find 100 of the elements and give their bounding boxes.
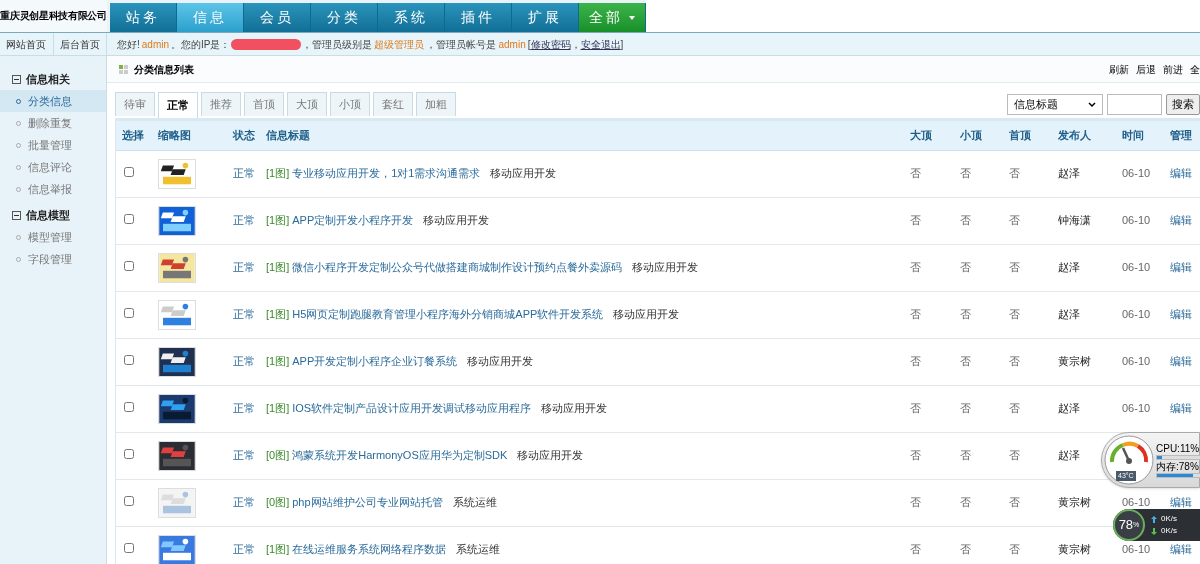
column-header: 时间 <box>1116 121 1164 150</box>
gauge-icon <box>1103 434 1155 486</box>
sidebar-item[interactable]: 信息举报 <box>0 178 106 200</box>
toolbar-link[interactable]: 刷新 <box>1109 61 1129 77</box>
title-link[interactable]: IOS软件定制产品设计应用开发调试移动应用程序 <box>292 402 532 415</box>
field-select[interactable]: 信息标题 <box>1007 94 1103 115</box>
column-header: 信息标题 <box>260 121 904 150</box>
sidebar-item[interactable]: 字段管理 <box>0 248 106 270</box>
sidebar-group[interactable]: 信息相关 <box>26 70 70 88</box>
table-cell: 黄宗树 <box>1058 355 1091 368</box>
table-cell: 赵泽 <box>1058 167 1080 180</box>
nav-tab[interactable]: 会员 <box>244 3 311 32</box>
filter-tab[interactable]: 大顶 <box>287 92 327 116</box>
filter-tab[interactable]: 加粗 <box>416 92 456 116</box>
toolbar-link[interactable]: 全 <box>1190 61 1200 77</box>
edit-link[interactable]: 编辑 <box>1170 543 1192 556</box>
title-link[interactable]: 微信小程序开发定制公众号代做搭建商城制作设计预约点餐外卖源码 <box>292 261 623 274</box>
title-link[interactable]: 在线运维服务系统网络程序数据 <box>292 543 447 556</box>
table-cell: 06-10 <box>1122 167 1151 180</box>
row-checkbox[interactable] <box>124 167 134 178</box>
upload-arrow-icon <box>1151 515 1157 523</box>
nav-tab[interactable]: 全部 <box>579 3 646 32</box>
table-cell: 否 <box>960 543 971 556</box>
filter-tab[interactable]: 首顶 <box>244 92 284 116</box>
table-cell: 否 <box>910 355 921 368</box>
row-checkbox[interactable] <box>124 355 134 366</box>
row-checkbox[interactable] <box>124 308 134 319</box>
greeting-text: 。您的IP是： <box>171 37 231 52</box>
row-checkbox[interactable] <box>124 402 134 413</box>
toolbar-link[interactable]: 前进 <box>1163 61 1183 77</box>
status-link[interactable]: 正常 <box>233 261 255 274</box>
category-text: 系统运维 <box>456 543 501 556</box>
title-link[interactable]: H5网页定制跑腿教育管理小程序海外分销商城APP软件开发系统 <box>292 308 604 321</box>
filter-tab[interactable]: 套红 <box>373 92 413 116</box>
image-count: [0图] <box>266 449 290 462</box>
table-cell: 06-10 <box>1122 261 1151 274</box>
highlight-text: admin <box>498 37 526 52</box>
filter-tab[interactable]: 正常 <box>158 92 198 118</box>
sidebar-group[interactable]: 信息模型 <box>26 206 70 224</box>
edit-link[interactable]: 编辑 <box>1170 308 1192 321</box>
edit-link[interactable]: 编辑 <box>1170 402 1192 415</box>
header-link[interactable]: 安全退出 <box>580 36 621 52</box>
nav-tab[interactable]: 站务 <box>110 3 177 32</box>
title-link[interactable]: 专业移动应用开发，1对1需求沟通需求 <box>292 167 481 180</box>
title-link[interactable]: APP开发定制小程序企业订餐系统 <box>292 355 458 368</box>
table-cell: 否 <box>1009 449 1020 462</box>
edit-link[interactable]: 编辑 <box>1170 355 1192 368</box>
status-link[interactable]: 正常 <box>233 214 255 227</box>
sidebar-item[interactable]: 批量管理 <box>0 134 106 156</box>
search-button[interactable]: 搜索 <box>1166 94 1200 115</box>
search-field[interactable] <box>1107 94 1162 115</box>
toolbar-link[interactable]: 后退 <box>1136 61 1156 77</box>
edit-link[interactable]: 编辑 <box>1170 214 1192 227</box>
table-cell: 黄宗树 <box>1058 543 1091 556</box>
collapse-icon[interactable] <box>12 210 21 220</box>
cpu-label: CPU:11% <box>1156 442 1200 454</box>
nav-tab[interactable]: 插件 <box>445 3 512 32</box>
status-link[interactable]: 正常 <box>233 543 255 556</box>
status-link[interactable]: 正常 <box>233 308 255 321</box>
caret-icon <box>1088 101 1096 108</box>
title-link[interactable]: 鸿蒙系统开发HarmonyOS应用华为定制SDK <box>292 449 508 462</box>
column-header: 缩略图 <box>152 121 227 150</box>
quick-link[interactable]: 后台首页 <box>53 33 107 55</box>
table-cell: 否 <box>910 449 921 462</box>
sidebar-item[interactable]: 分类信息 <box>0 90 106 112</box>
table-cell: 赵泽 <box>1058 308 1080 321</box>
nav-tab[interactable]: 分类 <box>311 3 378 32</box>
title-link[interactable]: php网站维护公司专业网站托管 <box>292 496 443 509</box>
upload-speed: 0K/s <box>1161 513 1177 525</box>
status-link[interactable]: 正常 <box>233 496 255 509</box>
status-link[interactable]: 正常 <box>233 167 255 180</box>
edit-link[interactable]: 编辑 <box>1170 496 1192 509</box>
table-cell: 否 <box>1009 167 1020 180</box>
title-link[interactable]: APP定制开发小程序开发 <box>292 214 414 227</box>
filter-tab[interactable]: 小顶 <box>330 92 370 116</box>
row-checkbox[interactable] <box>124 543 134 554</box>
nav-tab[interactable]: 系统 <box>378 3 445 32</box>
edit-link[interactable]: 编辑 <box>1170 261 1192 274</box>
sidebar-item[interactable]: 删除重复 <box>0 112 106 134</box>
sidebar-item[interactable]: 信息评论 <box>0 156 106 178</box>
greeting-text: [ <box>527 37 531 52</box>
status-link[interactable]: 正常 <box>233 449 255 462</box>
edit-link[interactable]: 编辑 <box>1170 167 1192 180</box>
page-title: 分类信息列表 <box>134 62 194 77</box>
filter-tab[interactable]: 待审 <box>115 92 155 116</box>
quick-link[interactable]: 网站首页 <box>0 33 54 55</box>
table-cell: 06-10 <box>1122 308 1151 321</box>
status-link[interactable]: 正常 <box>233 402 255 415</box>
row-checkbox[interactable] <box>124 496 134 507</box>
nav-tab[interactable]: 扩展 <box>512 3 579 32</box>
row-checkbox[interactable] <box>124 261 134 272</box>
highlight-text: 超级管理员 <box>374 37 425 52</box>
status-link[interactable]: 正常 <box>233 355 255 368</box>
image-count: [1图] <box>266 214 290 227</box>
sidebar-item[interactable]: 模型管理 <box>0 226 106 248</box>
table-cell: 否 <box>960 355 971 368</box>
row-checkbox[interactable] <box>124 214 134 225</box>
row-checkbox[interactable] <box>124 449 134 460</box>
collapse-icon[interactable] <box>12 74 21 84</box>
filter-tab[interactable]: 推荐 <box>201 92 241 116</box>
